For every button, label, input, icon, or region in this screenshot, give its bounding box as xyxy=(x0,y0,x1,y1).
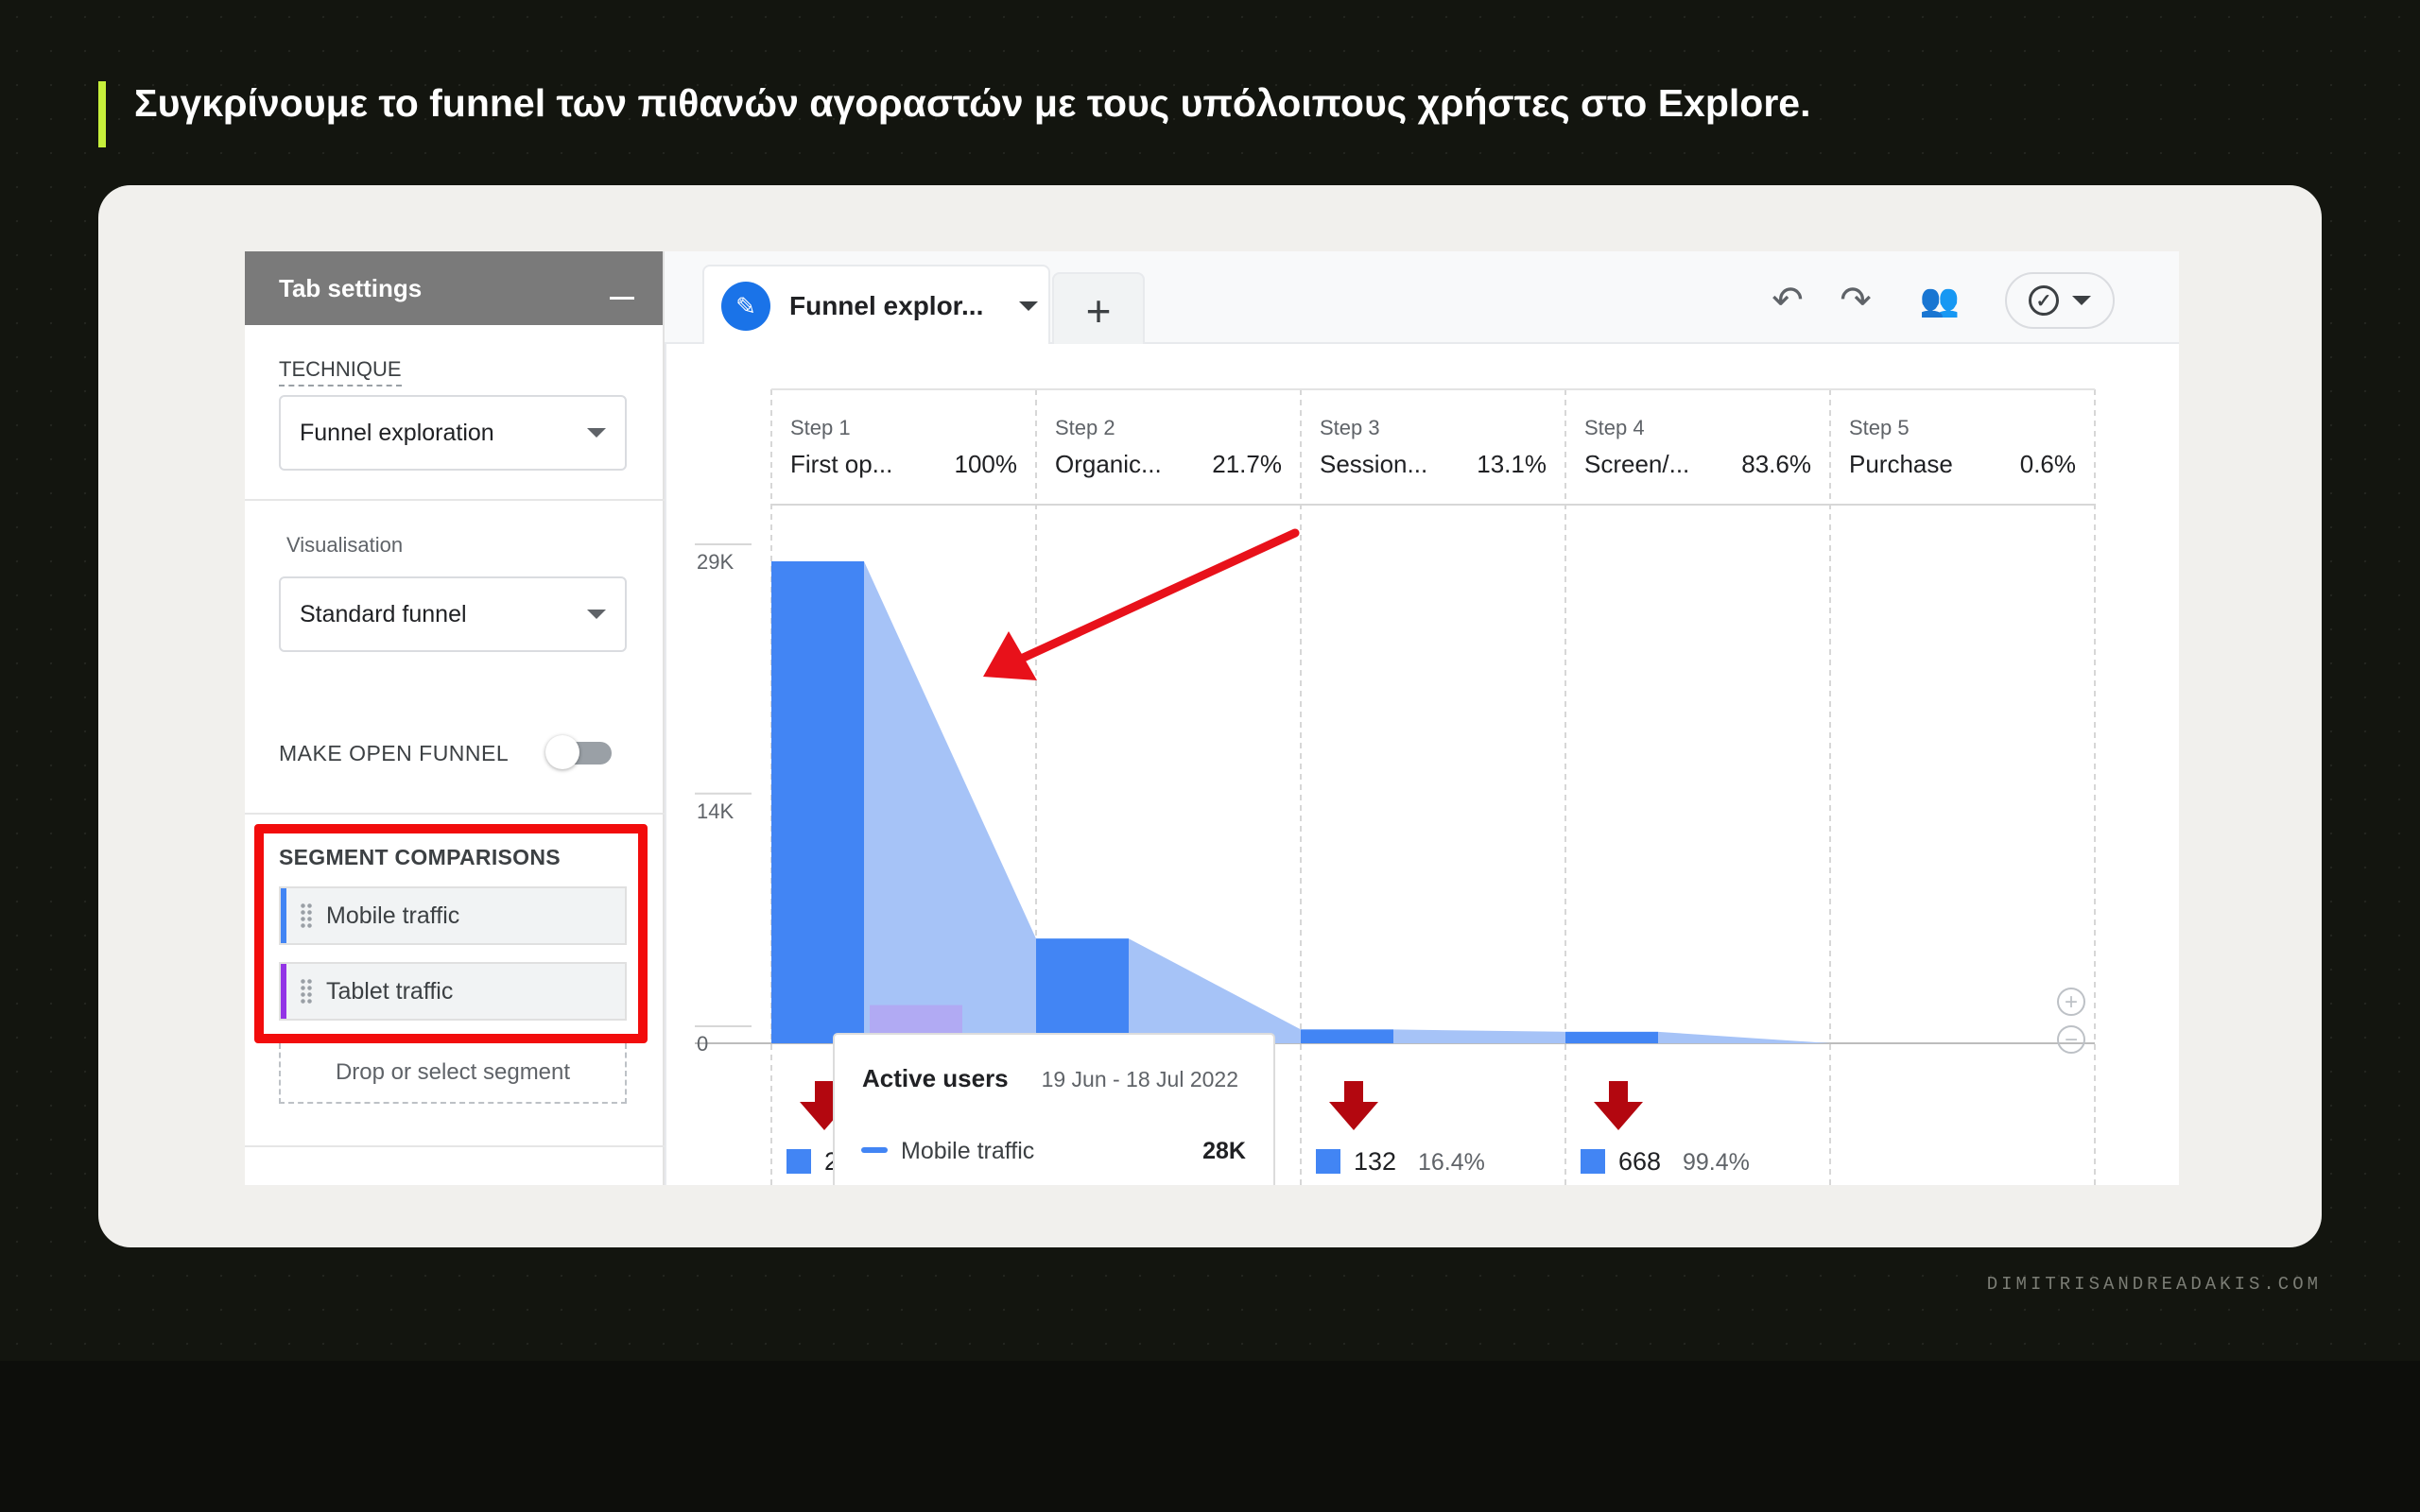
technique-value: Funnel exploration xyxy=(300,419,494,446)
tab-settings-title: Tab settings xyxy=(279,273,423,302)
funnel-chart-frame: Step 1 First op... 100% Step 2 Organic... 21.… xyxy=(665,344,2179,1242)
chevron-down-icon xyxy=(587,428,606,438)
step-name: Purchase xyxy=(1849,450,1953,478)
panel-divider xyxy=(245,1145,665,1147)
slide-heading: Συγκρίνουμε το funnel των πιθανών αγορασ… xyxy=(98,81,1810,147)
step-name: First op... xyxy=(790,450,892,478)
zoom-in-glyph: + xyxy=(2065,989,2078,1015)
open-funnel-label: MAKE OPEN FUNNEL xyxy=(279,741,510,765)
minus-icon[interactable] xyxy=(610,296,634,300)
technique-select[interactable]: Funnel exploration xyxy=(279,395,627,471)
step-percentage: 0.6% xyxy=(2020,450,2076,478)
funnel-bar xyxy=(1301,1029,1393,1043)
annotation-arrow-shaft xyxy=(1002,528,1300,670)
panel-divider xyxy=(245,499,665,501)
funnel-chart: Step 1 First op... 100% Step 2 Organic... 21.… xyxy=(695,388,2096,1242)
edit-pencil-icon[interactable]: ✎ xyxy=(721,282,770,331)
step-name: Session... xyxy=(1320,450,1427,478)
dropoff-percent: 16.4% xyxy=(1418,1149,1485,1176)
tooltip-series-name: Mobile traffic xyxy=(901,1138,1034,1164)
value-swatch xyxy=(1581,1149,1605,1174)
zoom-out-glyph: − xyxy=(2065,1027,2078,1053)
ga4-explore-screenshot: Tab settings TECHNIQUE Funnel exploratio… xyxy=(245,251,2179,1242)
technique-label: TECHNIQUE xyxy=(279,357,402,387)
step-name: Organic... xyxy=(1055,450,1162,478)
step-number: Step 2 xyxy=(1055,416,1115,439)
visualisation-value: Standard funnel xyxy=(300,600,467,627)
dropoff-value: 668 xyxy=(1618,1147,1661,1176)
down-arrow-icon xyxy=(1329,1081,1378,1130)
step-number: Step 3 xyxy=(1320,416,1380,439)
exploration-tabbar: ✎ Funnel explor... + ↶ ↷ 👥 ✓ xyxy=(665,251,2179,348)
site-watermark: DIMITRISANDREADAKIS.COM xyxy=(1986,1274,2322,1295)
tab-name: Funnel explor... xyxy=(789,291,984,320)
step-name: Screen/... xyxy=(1584,450,1689,478)
chart-tooltip: Active users 19 Jun - 18 Jul 2022 Mobile t… xyxy=(833,1033,1275,1197)
visualisation-label: Visualisation xyxy=(286,533,404,557)
funnel-bar xyxy=(1565,1031,1658,1043)
dropoff-percent: 99.4% xyxy=(1683,1149,1750,1176)
share-users-icon[interactable]: 👥 xyxy=(1907,274,1973,327)
step-number: Step 1 xyxy=(790,416,851,439)
check-circle-icon: ✓ xyxy=(2029,285,2059,316)
chevron-down-icon xyxy=(2072,296,2091,305)
panel-divider xyxy=(245,813,665,815)
background-footer-band xyxy=(0,1361,2420,1512)
dropoff-value: 132 xyxy=(1354,1147,1396,1176)
segment-label: Mobile traffic xyxy=(326,902,460,929)
down-arrow-icon xyxy=(1594,1081,1643,1130)
y-axis: 29K 14K 0 xyxy=(695,543,752,1056)
funnel-bar xyxy=(771,561,864,1043)
drag-handle-icon[interactable] xyxy=(300,978,313,1005)
step-percentage: 21.7% xyxy=(1212,450,1282,478)
tab-settings-panel: Tab settings TECHNIQUE Funnel exploratio… xyxy=(245,251,665,1185)
segment-label: Tablet traffic xyxy=(326,977,454,1005)
exploration-canvas: ✎ Funnel explor... + ↶ ↷ 👥 ✓ Step 1 Firs… xyxy=(665,251,2179,1242)
red-annotation-arrow xyxy=(983,528,1300,680)
chevron-down-icon xyxy=(587,610,606,619)
segment-comparisons-title: SEGMENT COMPARISONS xyxy=(279,845,561,869)
step-number: Step 4 xyxy=(1584,416,1645,439)
step-percentage: 83.6% xyxy=(1741,450,1811,478)
y-tick-label: 14K xyxy=(697,799,734,823)
chevron-down-icon[interactable] xyxy=(1019,301,1039,311)
add-tab-button[interactable]: + xyxy=(1052,272,1145,348)
tab-funnel-exploration[interactable]: ✎ Funnel explor... xyxy=(702,265,1050,346)
segment-color-bar xyxy=(281,964,286,1019)
tooltip-title: Active users xyxy=(862,1064,1009,1092)
step-percentage: 13.1% xyxy=(1477,450,1547,478)
segment-color-bar xyxy=(281,888,286,943)
funnel-bar xyxy=(1036,938,1129,1043)
y-tick-label: 0 xyxy=(697,1032,708,1056)
segment-item-tablet[interactable]: Tablet traffic xyxy=(279,962,627,1021)
tab-settings-header: Tab settings xyxy=(245,251,663,325)
value-swatch xyxy=(786,1149,811,1174)
value-swatch xyxy=(1316,1149,1340,1174)
undo-icon[interactable]: ↶ xyxy=(1761,274,1814,327)
y-tick-label: 29K xyxy=(697,550,734,574)
step-headers: Step 1 First op... 100% Step 2 Organic... 21.… xyxy=(790,416,2076,478)
visualisation-select[interactable]: Standard funnel xyxy=(279,576,627,652)
step-number: Step 5 xyxy=(1849,416,1910,439)
tooltip-value: 28K xyxy=(1202,1138,1246,1164)
drag-handle-icon[interactable] xyxy=(300,902,313,929)
segment-item-mobile[interactable]: Mobile traffic xyxy=(279,886,627,945)
tooltip-date-range: 19 Jun - 18 Jul 2022 xyxy=(1042,1067,1238,1091)
drop-segment-zone[interactable]: Drop or select segment xyxy=(279,1043,627,1104)
open-funnel-toggle[interactable] xyxy=(545,735,612,769)
redo-icon[interactable]: ↷ xyxy=(1829,274,1882,327)
toggle-knob xyxy=(545,735,579,769)
status-menu[interactable]: ✓ xyxy=(2005,272,2115,329)
step-percentage: 100% xyxy=(955,450,1018,478)
screenshot-card: Tab settings TECHNIQUE Funnel exploratio… xyxy=(98,185,2322,1247)
